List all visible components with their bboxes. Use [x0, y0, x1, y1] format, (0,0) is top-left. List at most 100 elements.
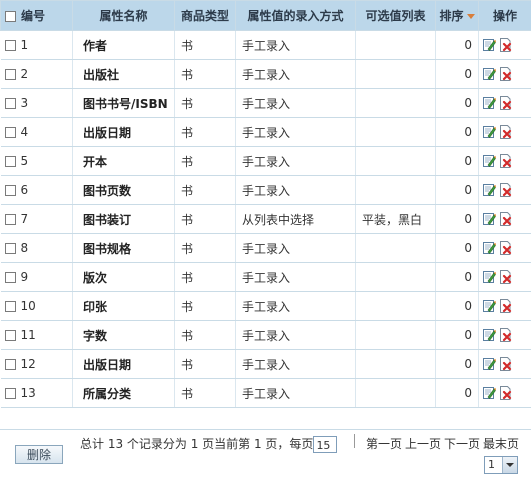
chevron-down-icon[interactable]	[502, 457, 517, 473]
cell-sort[interactable]: 0	[436, 31, 479, 60]
delete-icon[interactable]	[499, 328, 512, 342]
cell-sort[interactable]: 0	[436, 292, 479, 321]
delete-icon[interactable]	[499, 270, 512, 284]
cell-type: 书	[175, 379, 236, 408]
row-checkbox[interactable]	[5, 98, 16, 109]
row-checkbox[interactable]	[5, 40, 16, 51]
row-id: 2	[21, 67, 29, 81]
delete-icon[interactable]	[499, 67, 512, 81]
edit-icon[interactable]	[483, 154, 496, 168]
cell-sort[interactable]: 0	[436, 205, 479, 234]
delete-icon[interactable]	[499, 386, 512, 400]
cell-sort[interactable]: 0	[436, 118, 479, 147]
edit-icon[interactable]	[483, 357, 496, 371]
first-page-link[interactable]: 第一页	[366, 437, 402, 451]
delete-icon[interactable]	[499, 212, 512, 226]
cell-sort[interactable]: 0	[436, 176, 479, 205]
edit-icon[interactable]	[483, 299, 496, 313]
table-row: 12出版日期书手工录入0	[1, 350, 531, 379]
edit-icon[interactable]	[483, 270, 496, 284]
row-checkbox[interactable]	[5, 359, 16, 370]
cell-sort[interactable]: 0	[436, 234, 479, 263]
delete-icon[interactable]	[499, 154, 512, 168]
cell-type: 书	[175, 176, 236, 205]
cell-name: 出版社	[73, 60, 175, 89]
row-id: 3	[21, 96, 29, 110]
edit-icon[interactable]	[483, 125, 496, 139]
edit-icon[interactable]	[483, 96, 496, 110]
row-id: 4	[21, 125, 29, 139]
header-sort-label[interactable]: 排序	[439, 9, 463, 23]
select-all-checkbox[interactable]	[5, 11, 16, 22]
row-checkbox[interactable]	[5, 301, 16, 312]
cell-name: 图书规格	[73, 234, 175, 263]
row-id: 12	[21, 357, 36, 371]
cell-type: 书	[175, 89, 236, 118]
cell-id: 6	[1, 176, 73, 205]
row-checkbox[interactable]	[5, 185, 16, 196]
delete-icon[interactable]	[499, 299, 512, 313]
row-checkbox[interactable]	[5, 243, 16, 254]
cell-input-method: 手工录入	[236, 263, 356, 292]
next-page-link[interactable]: 下一页	[444, 437, 480, 451]
cell-sort[interactable]: 0	[436, 350, 479, 379]
cell-input-method: 手工录入	[236, 321, 356, 350]
edit-icon[interactable]	[483, 183, 496, 197]
cell-sort[interactable]: 0	[436, 147, 479, 176]
cell-sort[interactable]: 0	[436, 89, 479, 118]
delete-icon[interactable]	[499, 125, 512, 139]
last-page-link[interactable]: 最末页	[483, 437, 519, 451]
cell-name: 出版日期	[73, 350, 175, 379]
cell-sort[interactable]: 0	[436, 379, 479, 408]
cell-id: 3	[1, 89, 73, 118]
delete-icon[interactable]	[499, 38, 512, 52]
edit-icon[interactable]	[483, 67, 496, 81]
cell-operations	[479, 205, 531, 234]
cell-id: 13	[1, 379, 73, 408]
edit-icon[interactable]	[483, 212, 496, 226]
delete-icon[interactable]	[499, 357, 512, 371]
row-id: 10	[21, 299, 36, 313]
cell-operations	[479, 176, 531, 205]
row-checkbox[interactable]	[5, 127, 16, 138]
row-checkbox[interactable]	[5, 330, 16, 341]
table-row: 6图书页数书手工录入0	[1, 176, 531, 205]
edit-icon[interactable]	[483, 241, 496, 255]
cell-name: 所属分类	[73, 379, 175, 408]
cell-sort[interactable]: 0	[436, 60, 479, 89]
row-checkbox[interactable]	[5, 69, 16, 80]
row-id: 9	[21, 270, 29, 284]
row-checkbox[interactable]	[5, 388, 16, 399]
cell-values	[356, 147, 436, 176]
edit-icon[interactable]	[483, 38, 496, 52]
delete-icon[interactable]	[499, 241, 512, 255]
delete-icon[interactable]	[499, 96, 512, 110]
edit-icon[interactable]	[483, 386, 496, 400]
page-select[interactable]: 1	[484, 456, 518, 474]
edit-icon[interactable]	[483, 328, 496, 342]
cell-type: 书	[175, 147, 236, 176]
delete-icon[interactable]	[499, 183, 512, 197]
page-size-input[interactable]: 15	[313, 436, 337, 453]
table-row: 11字数书手工录入0	[1, 321, 531, 350]
cell-sort[interactable]: 0	[436, 263, 479, 292]
cell-operations	[479, 234, 531, 263]
cell-sort[interactable]: 0	[436, 321, 479, 350]
row-checkbox[interactable]	[5, 156, 16, 167]
cell-input-method: 手工录入	[236, 147, 356, 176]
cell-input-method: 手工录入	[236, 292, 356, 321]
cell-operations	[479, 350, 531, 379]
cell-id: 1	[1, 31, 73, 60]
cell-values	[356, 379, 436, 408]
row-id: 5	[21, 154, 29, 168]
header-op: 操作	[479, 1, 531, 31]
prev-page-link[interactable]: 上一页	[405, 437, 441, 451]
row-checkbox[interactable]	[5, 214, 16, 225]
cell-id: 2	[1, 60, 73, 89]
table-row: 5开本书手工录入0	[1, 147, 531, 176]
header-sort[interactable]: 排序	[436, 1, 479, 31]
row-checkbox[interactable]	[5, 272, 16, 283]
table-row: 2出版社书手工录入0	[1, 60, 531, 89]
delete-button[interactable]: 删除	[15, 445, 63, 464]
header-id-label: 编号	[21, 9, 45, 23]
